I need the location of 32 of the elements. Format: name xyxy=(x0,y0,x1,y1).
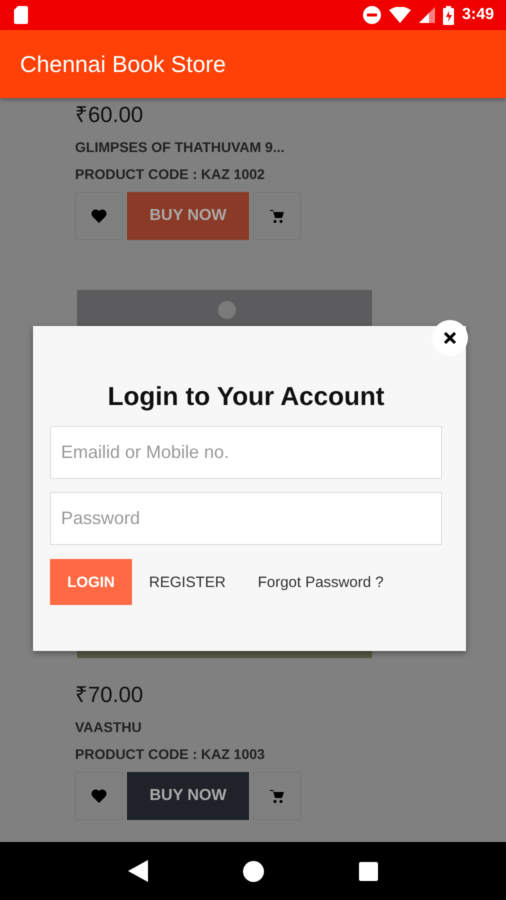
cart-icon xyxy=(270,790,284,802)
add-to-cart-button[interactable] xyxy=(253,192,301,240)
buy-now-button[interactable]: BUY NOW xyxy=(127,772,249,820)
register-button[interactable]: REGISTER xyxy=(149,574,226,590)
wifi-icon xyxy=(388,7,411,23)
product-title: VAASTHU xyxy=(75,718,142,736)
close-button[interactable] xyxy=(432,320,468,356)
add-to-cart-button[interactable] xyxy=(253,772,301,820)
sd-card-icon xyxy=(14,6,28,24)
back-icon[interactable] xyxy=(128,860,148,882)
product-code: PRODUCT CODE : KAZ 1002 xyxy=(75,165,265,183)
heart-icon xyxy=(91,209,107,223)
wishlist-button[interactable] xyxy=(75,772,123,820)
wishlist-button[interactable] xyxy=(75,192,123,240)
home-icon[interactable] xyxy=(242,860,264,882)
product-code: PRODUCT CODE : KAZ 1003 xyxy=(75,745,265,763)
product-title: GLIMPSES OF THATHUVAM 9... xyxy=(75,138,284,156)
email-field[interactable]: Emailid or Mobile no. xyxy=(50,426,442,479)
app-title: Chennai Book Store xyxy=(20,50,226,78)
close-icon xyxy=(443,331,457,345)
clock: 3:49 xyxy=(462,6,494,24)
password-field[interactable]: Password xyxy=(50,492,442,545)
price: ₹60.00 xyxy=(75,102,144,128)
heart-icon xyxy=(91,789,107,803)
signal-icon xyxy=(418,7,435,23)
recents-icon[interactable] xyxy=(359,862,378,880)
battery-charging-icon xyxy=(442,6,454,24)
price: ₹70.00 xyxy=(75,682,144,708)
cart-icon xyxy=(270,210,284,222)
do-not-disturb-icon xyxy=(362,6,381,24)
forgot-password-link[interactable]: Forgot Password ? xyxy=(258,574,384,590)
dialog-title: Login to Your Account xyxy=(106,380,386,413)
